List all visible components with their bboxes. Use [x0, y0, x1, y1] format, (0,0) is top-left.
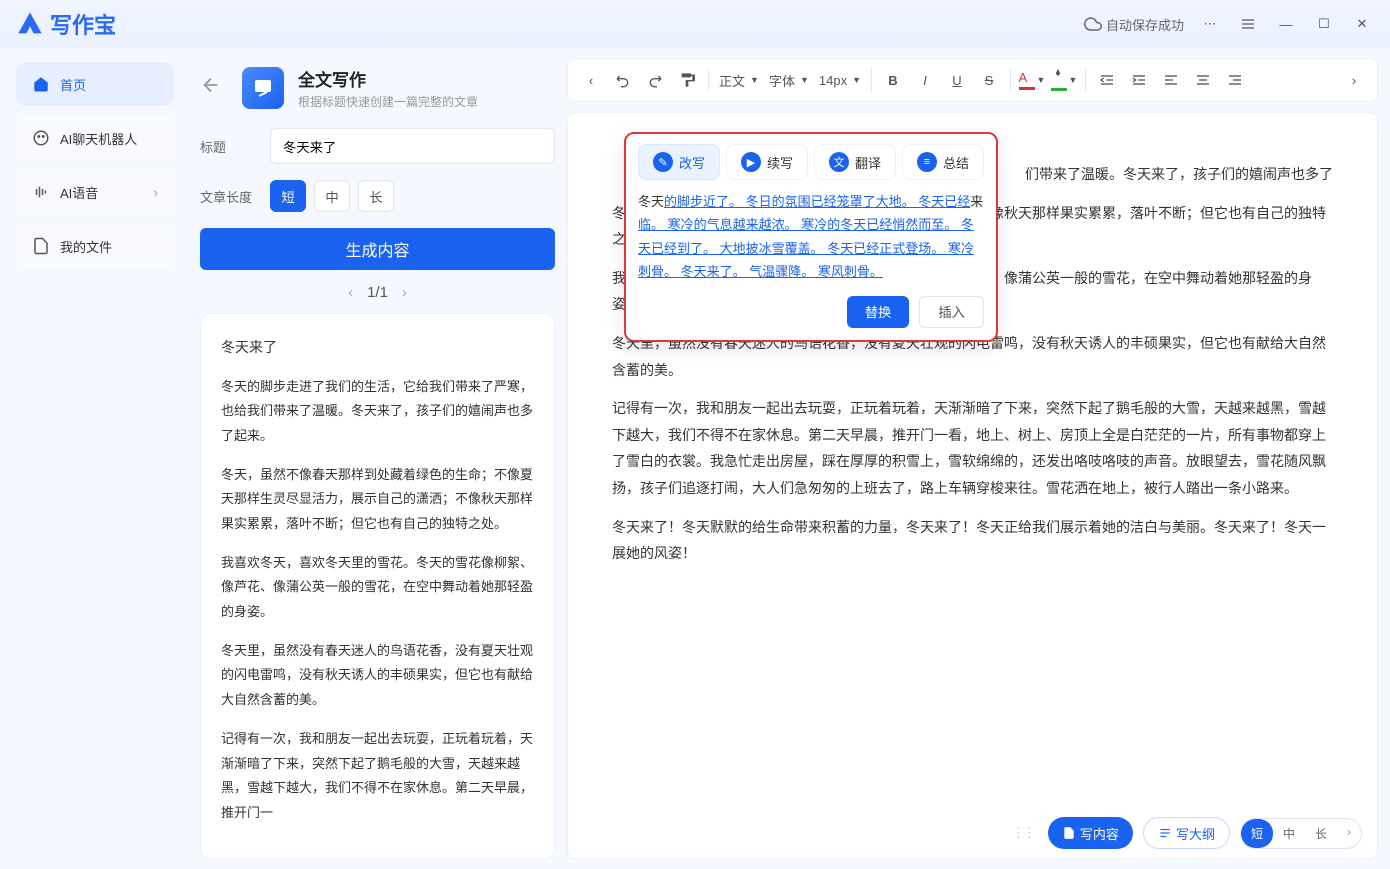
maximize-icon[interactable]: ☐ [1312, 12, 1336, 36]
strikethrough-button[interactable]: S [974, 65, 1004, 95]
sidebar-item-label: AI聊天机器人 [60, 129, 137, 148]
align-left-button[interactable] [1156, 65, 1186, 95]
preview-title: 冬天来了 [221, 334, 534, 361]
panel-subtitle: 根据标题快速创建一篇完整的文章 [298, 93, 478, 110]
sidebar-item-voice[interactable]: AI语音 › [16, 170, 174, 214]
feature-icon [242, 67, 284, 109]
font-family-select[interactable]: 字体▼ [765, 65, 813, 95]
back-button[interactable] [200, 74, 228, 102]
length-mini-short[interactable]: 短 [1241, 819, 1273, 848]
ai-suggestion-text: 冬天的脚步近了。 冬日的氛围已经笼罩了大地。 冬天已经来临。 寒冷的气息越来越浓… [638, 190, 984, 284]
bold-button[interactable]: B [878, 65, 908, 95]
preview-para: 冬天，虽然不像春天那样到处藏着绿色的生命；不像夏天那样生灵尽显活力，展示自己的潇… [221, 463, 534, 537]
autosave-status: 自动保存成功 [1084, 15, 1184, 34]
undo-button[interactable] [608, 65, 638, 95]
ai-tab-summary[interactable]: ≡ 总结 [902, 144, 984, 180]
sidebar-item-home[interactable]: 首页 [16, 62, 174, 106]
app-name: 写作宝 [50, 8, 116, 40]
editor-toolbar: ‹ 正文▼ 字体▼ 14px▼ B I U S A▼ ▼ › [567, 58, 1378, 102]
length-mini-long[interactable]: 长 [1305, 819, 1337, 848]
align-right-button[interactable] [1220, 65, 1250, 95]
drag-handle-icon[interactable]: ⋮⋮ [1008, 825, 1038, 841]
paragraph-style-select[interactable]: 正文▼ [715, 65, 763, 95]
italic-button[interactable]: I [910, 65, 940, 95]
format-paint-button[interactable] [672, 65, 702, 95]
redo-button[interactable] [640, 65, 670, 95]
sidebar-item-label: AI语音 [60, 183, 98, 202]
length-short-button[interactable]: 短 [270, 180, 306, 212]
sidebar-item-label: 我的文件 [60, 237, 112, 256]
sidebar-item-chatbot[interactable]: AI聊天机器人 [16, 116, 174, 160]
editor-para: 记得有一次，我和朋友一起出去玩耍，正玩着玩着，天渐渐暗了下来，突然下起了鹅毛般的… [612, 395, 1333, 501]
title-label: 标题 [200, 137, 270, 156]
sidebar-item-label: 首页 [60, 75, 86, 94]
panel-title: 全文写作 [298, 66, 478, 91]
close-icon[interactable]: ✕ [1350, 12, 1374, 36]
indent-decrease-button[interactable] [1092, 65, 1122, 95]
ai-tab-rewrite[interactable]: ✎ 改写 [638, 144, 720, 180]
sidebar-item-files[interactable]: 我的文件 [16, 224, 174, 268]
replace-button[interactable]: 替换 [847, 296, 910, 328]
pager-indicator: 1/1 [367, 284, 388, 301]
length-mid-button[interactable]: 中 [314, 180, 350, 212]
play-icon: ▶ [741, 152, 761, 172]
text-color-button[interactable]: A▼ [1017, 65, 1047, 95]
write-content-button[interactable]: 写内容 [1048, 817, 1133, 849]
preview-card: 冬天来了 冬天的脚步走进了我们的生活，它给我们带来了严寒，也给我们带来了温暖。冬… [200, 313, 555, 859]
insert-button[interactable]: 插入 [919, 296, 984, 328]
summary-icon: ≡ [917, 152, 937, 172]
ai-tab-continue[interactable]: ▶ 续写 [726, 144, 808, 180]
indent-increase-button[interactable] [1124, 65, 1154, 95]
pager-prev[interactable]: ‹ [348, 284, 353, 301]
length-label: 文章长度 [200, 187, 270, 206]
menu-icon[interactable] [1236, 12, 1260, 36]
translate-icon: 文 [829, 152, 849, 172]
toolbar-scroll-left[interactable]: ‹ [576, 65, 606, 95]
preview-para: 我喜欢冬天，喜欢冬天里的雪花。冬天的雪花像柳絮、像芦花、像蒲公英一般的雪花，在空… [221, 551, 534, 625]
more-icon[interactable]: ⋯ [1198, 12, 1222, 36]
minimize-icon[interactable]: — [1274, 12, 1298, 36]
align-center-button[interactable] [1188, 65, 1218, 95]
chevron-right-icon: › [154, 185, 158, 200]
font-size-select[interactable]: 14px▼ [815, 65, 865, 95]
preview-para: 记得有一次，我和朋友一起出去玩耍，正玩着玩着，天渐渐暗了下来，突然下起了鹅毛般的… [221, 727, 534, 826]
length-long-button[interactable]: 长 [358, 180, 394, 212]
write-outline-button[interactable]: 写大纲 [1143, 817, 1230, 849]
pencil-icon: ✎ [653, 152, 673, 172]
preview-para: 冬天里，虽然没有春天迷人的鸟语花香，没有夏天壮观的闪电雷鸣，没有秋天诱人的丰硕果… [221, 639, 534, 713]
chevron-right-icon[interactable]: › [1337, 819, 1361, 848]
highlight-color-button[interactable]: ▼ [1049, 65, 1079, 95]
length-mini-mid[interactable]: 中 [1273, 819, 1305, 848]
app-logo: 写作宝 [16, 8, 116, 40]
underline-button[interactable]: U [942, 65, 972, 95]
ai-suggestion-popup: ✎ 改写 ▶ 续写 文 翻译 ≡ 总结 冬天的脚步近了。 冬日的氛围已经笼罩了大… [624, 132, 998, 342]
toolbar-scroll-right[interactable]: › [1339, 65, 1369, 95]
editor-para: 冬天来了！冬天默默的给生命带来积蓄的力量，冬天来了！冬天正给我们展示着她的洁白与… [612, 514, 1333, 567]
generate-button[interactable]: 生成内容 [200, 228, 555, 270]
title-input[interactable] [270, 128, 555, 164]
pager-next[interactable]: › [402, 284, 407, 301]
preview-para: 冬天的脚步走进了我们的生活，它给我们带来了严寒，也给我们带来了温暖。冬天来了，孩… [221, 375, 534, 449]
length-mini-selector[interactable]: 短 中 长 › [1240, 818, 1362, 849]
ai-tab-translate[interactable]: 文 翻译 [814, 144, 896, 180]
